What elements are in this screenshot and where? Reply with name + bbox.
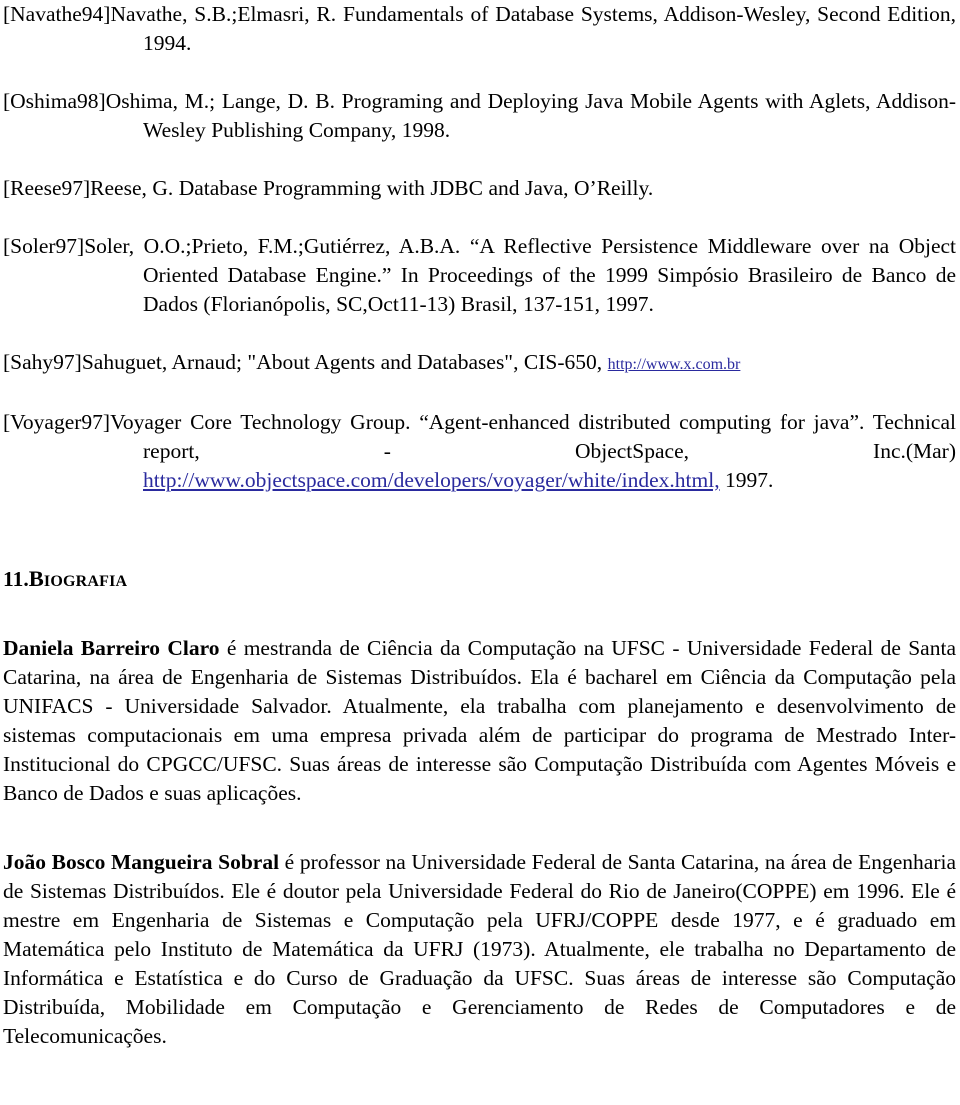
reference-entry-voyager97: [Voyager97]Voyager Core Technology Group… [3, 408, 956, 495]
reference-key: [Voyager97] [3, 410, 111, 434]
reference-text: Sahuguet, Arnaud; "About Agents and Data… [81, 350, 608, 374]
spacer-after-heading [3, 594, 956, 634]
reference-entry-soler97: [Soler97]Soler, O.O.;Prieto, F.M.;Gutiér… [3, 232, 956, 319]
reference-entry-sahy97: [Sahy97]Sahuguet, Arnaud; "About Agents … [3, 348, 956, 379]
reference-entry-reese97: [Reese97]Reese, G. Database Programming … [3, 174, 956, 203]
reference-key: [Navathe94] [3, 2, 111, 26]
biography-text: é professor na Universidade Federal de S… [3, 850, 956, 1048]
reference-text: Navathe, S.B.;Elmasri, R. Fundamentals o… [110, 2, 956, 55]
biography-daniela-barreiro-claro: Daniela Barreiro Claro é mestranda de Ci… [3, 634, 956, 808]
reference-key: [Soler97] [3, 234, 85, 258]
reference-text: Voyager Core Technology Group. “Agent-en… [110, 410, 956, 463]
biography-text: é mestranda de Ciência da Computação na … [3, 636, 956, 805]
reference-key: [Sahy97] [3, 350, 82, 374]
reference-text: Oshima, M.; Lange, D. B. Programing and … [105, 89, 956, 142]
spacer-between-biographies [3, 808, 956, 848]
reference-entry-oshima98: [Oshima98]Oshima, M.; Lange, D. B. Progr… [3, 87, 956, 145]
biography-name: João Bosco Mangueira Sobral [3, 850, 280, 874]
reference-link-x-com-br[interactable]: http://www.x.com.br [608, 356, 741, 373]
biography-joao-bosco-mangueira-sobral: João Bosco Mangueira Sobral é professor … [3, 848, 956, 1051]
reference-text: Soler, O.O.;Prieto, F.M.;Gutiérrez, A.B.… [84, 234, 956, 316]
section-heading-biografia: 11.Biografia [3, 564, 956, 594]
reference-text-after: 1997. [719, 468, 774, 492]
spacer-before-heading [3, 524, 956, 564]
reference-key: [Oshima98] [3, 89, 106, 113]
section-title: Biografia [28, 566, 128, 591]
reference-entry-navathe94: [Navathe94]Navathe, S.B.;Elmasri, R. Fun… [3, 0, 956, 58]
section-number: 11. [3, 567, 29, 591]
reference-text: Reese, G. Database Programming with JDBC… [90, 176, 654, 200]
references-list: [Navathe94]Navathe, S.B.;Elmasri, R. Fun… [3, 0, 956, 495]
reference-key: [Reese97] [3, 176, 91, 200]
biography-name: Daniela Barreiro Claro [3, 636, 220, 660]
reference-link-objectspace[interactable]: http://www.objectspace.com/developers/vo… [143, 468, 720, 492]
document-page: [Navathe94]Navathe, S.B.;Elmasri, R. Fun… [0, 0, 960, 1105]
